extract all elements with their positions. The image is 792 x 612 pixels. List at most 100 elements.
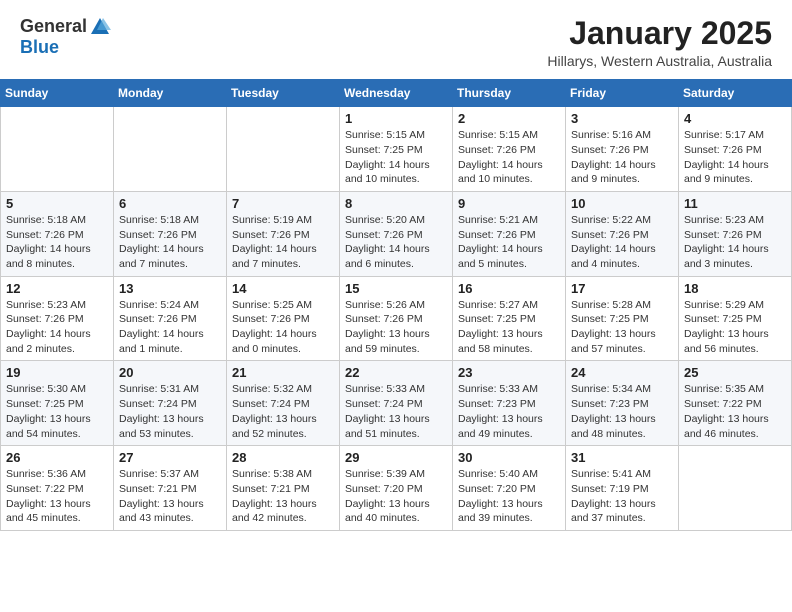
calendar-cell: 25 Sunrise: 5:35 AM Sunset: 7:22 PM Dayli… [679, 361, 792, 446]
calendar-cell: 16Sunrise: 5:27 AM Sunset: 7:25 PM Dayli… [453, 276, 566, 361]
calendar-cell: 30 Sunrise: 5:40 AM Sunset: 7:20 PM Dayli… [453, 446, 566, 531]
day-info: Sunrise: 5:38 AM Sunset: 7:21 PM Dayligh… [232, 467, 334, 526]
day-info: Sunrise: 5:30 AM Sunset: 7:25 PM Dayligh… [6, 382, 108, 441]
day-number: 13 [119, 281, 221, 296]
day-number: 2 [458, 111, 560, 126]
day-number: 16 [458, 281, 560, 296]
days-of-week-row: SundayMondayTuesdayWednesdayThursdayFrid… [1, 80, 792, 107]
calendar-cell: 3 Sunrise: 5:16 AM Sunset: 7:26 PM Daylig… [566, 107, 679, 192]
day-number: 7 [232, 196, 334, 211]
day-number: 25 [684, 365, 786, 380]
day-info: Sunrise: 5:36 AM Sunset: 7:22 PM Dayligh… [6, 467, 108, 526]
day-info: Sunrise: 5:39 AM Sunset: 7:20 PM Dayligh… [345, 467, 447, 526]
day-number: 4 [684, 111, 786, 126]
day-number: 6 [119, 196, 221, 211]
day-number: 12 [6, 281, 108, 296]
day-info: Sunrise: 5:33 AM Sunset: 7:23 PM Dayligh… [458, 382, 560, 441]
day-of-week-tuesday: Tuesday [227, 80, 340, 107]
day-info: Sunrise: 5:34 AM Sunset: 7:23 PM Dayligh… [571, 382, 673, 441]
day-info: Sunrise: 5:41 AM Sunset: 7:19 PM Dayligh… [571, 467, 673, 526]
calendar-cell: 2Sunrise: 5:15 AM Sunset: 7:26 PM Daylig… [453, 107, 566, 192]
day-info: Sunrise: 5:21 AM Sunset: 7:26 PM Dayligh… [458, 213, 560, 272]
calendar-cell: 6Sunrise: 5:18 AM Sunset: 7:26 PM Daylig… [114, 191, 227, 276]
day-number: 8 [345, 196, 447, 211]
calendar-cell [679, 446, 792, 531]
day-of-week-friday: Friday [566, 80, 679, 107]
calendar-cell: 31 Sunrise: 5:41 AM Sunset: 7:19 PM Dayli… [566, 446, 679, 531]
day-info: Sunrise: 5:22 AM Sunset: 7:26 PM Dayligh… [571, 213, 673, 272]
day-number: 23 [458, 365, 560, 380]
day-info: Sunrise: 5:26 AM Sunset: 7:26 PM Dayligh… [345, 298, 447, 357]
calendar-cell: 20 Sunrise: 5:31 AM Sunset: 7:24 PM Dayli… [114, 361, 227, 446]
day-info: Sunrise: 5:19 AM Sunset: 7:26 PM Dayligh… [232, 213, 334, 272]
calendar-table: SundayMondayTuesdayWednesdayThursdayFrid… [0, 79, 792, 531]
calendar-cell: 5 Sunrise: 5:18 AM Sunset: 7:26 PM Daylig… [1, 191, 114, 276]
calendar-week-3: 12 Sunrise: 5:23 AM Sunset: 7:26 PM Dayli… [1, 276, 792, 361]
day-info: Sunrise: 5:16 AM Sunset: 7:26 PM Dayligh… [571, 128, 673, 187]
calendar-cell: 4Sunrise: 5:17 AM Sunset: 7:26 PM Daylig… [679, 107, 792, 192]
day-number: 29 [345, 450, 447, 465]
day-number: 31 [571, 450, 673, 465]
day-number: 18 [684, 281, 786, 296]
day-of-week-thursday: Thursday [453, 80, 566, 107]
calendar-cell [114, 107, 227, 192]
calendar-cell: 28 Sunrise: 5:38 AM Sunset: 7:21 PM Dayli… [227, 446, 340, 531]
calendar-cell: 19Sunrise: 5:30 AM Sunset: 7:25 PM Dayli… [1, 361, 114, 446]
calendar-cell: 29 Sunrise: 5:39 AM Sunset: 7:20 PM Dayli… [340, 446, 453, 531]
calendar-week-4: 19Sunrise: 5:30 AM Sunset: 7:25 PM Dayli… [1, 361, 792, 446]
day-number: 22 [345, 365, 447, 380]
logo-icon [89, 16, 111, 38]
calendar-cell: 7 Sunrise: 5:19 AM Sunset: 7:26 PM Daylig… [227, 191, 340, 276]
day-info: Sunrise: 5:28 AM Sunset: 7:25 PM Dayligh… [571, 298, 673, 357]
calendar-cell: 22 Sunrise: 5:33 AM Sunset: 7:24 PM Dayli… [340, 361, 453, 446]
calendar-header: SundayMondayTuesdayWednesdayThursdayFrid… [1, 80, 792, 107]
day-number: 5 [6, 196, 108, 211]
calendar-cell [227, 107, 340, 192]
calendar-cell: 17Sunrise: 5:28 AM Sunset: 7:25 PM Dayli… [566, 276, 679, 361]
day-info: Sunrise: 5:20 AM Sunset: 7:26 PM Dayligh… [345, 213, 447, 272]
day-number: 26 [6, 450, 108, 465]
day-number: 9 [458, 196, 560, 211]
calendar-cell [1, 107, 114, 192]
day-of-week-saturday: Saturday [679, 80, 792, 107]
logo-general-text: General [20, 17, 87, 37]
calendar-cell: 11Sunrise: 5:23 AM Sunset: 7:26 PM Dayli… [679, 191, 792, 276]
calendar-cell: 26 Sunrise: 5:36 AM Sunset: 7:22 PM Dayli… [1, 446, 114, 531]
day-number: 27 [119, 450, 221, 465]
day-number: 10 [571, 196, 673, 211]
day-info: Sunrise: 5:23 AM Sunset: 7:26 PM Dayligh… [6, 298, 108, 357]
day-info: Sunrise: 5:29 AM Sunset: 7:25 PM Dayligh… [684, 298, 786, 357]
day-info: Sunrise: 5:24 AM Sunset: 7:26 PM Dayligh… [119, 298, 221, 357]
day-number: 20 [119, 365, 221, 380]
day-of-week-wednesday: Wednesday [340, 80, 453, 107]
calendar-week-2: 5 Sunrise: 5:18 AM Sunset: 7:26 PM Daylig… [1, 191, 792, 276]
day-number: 30 [458, 450, 560, 465]
day-number: 28 [232, 450, 334, 465]
day-of-week-monday: Monday [114, 80, 227, 107]
day-info: Sunrise: 5:37 AM Sunset: 7:21 PM Dayligh… [119, 467, 221, 526]
day-info: Sunrise: 5:33 AM Sunset: 7:24 PM Dayligh… [345, 382, 447, 441]
calendar-cell: 27 Sunrise: 5:37 AM Sunset: 7:21 PM Dayli… [114, 446, 227, 531]
day-info: Sunrise: 5:25 AM Sunset: 7:26 PM Dayligh… [232, 298, 334, 357]
day-info: Sunrise: 5:32 AM Sunset: 7:24 PM Dayligh… [232, 382, 334, 441]
day-info: Sunrise: 5:31 AM Sunset: 7:24 PM Dayligh… [119, 382, 221, 441]
calendar-cell: 24 Sunrise: 5:34 AM Sunset: 7:23 PM Dayli… [566, 361, 679, 446]
day-info: Sunrise: 5:15 AM Sunset: 7:25 PM Dayligh… [345, 128, 447, 187]
day-info: Sunrise: 5:35 AM Sunset: 7:22 PM Dayligh… [684, 382, 786, 441]
day-info: Sunrise: 5:23 AM Sunset: 7:26 PM Dayligh… [684, 213, 786, 272]
day-number: 3 [571, 111, 673, 126]
calendar-cell: 15 Sunrise: 5:26 AM Sunset: 7:26 PM Dayli… [340, 276, 453, 361]
logo: General Blue [20, 16, 111, 58]
calendar-cell: 14Sunrise: 5:25 AM Sunset: 7:26 PM Dayli… [227, 276, 340, 361]
calendar-body: 1Sunrise: 5:15 AM Sunset: 7:25 PM Daylig… [1, 107, 792, 531]
calendar-cell: 18 Sunrise: 5:29 AM Sunset: 7:25 PM Dayli… [679, 276, 792, 361]
day-info: Sunrise: 5:40 AM Sunset: 7:20 PM Dayligh… [458, 467, 560, 526]
page-header: General Blue January 2025 Hillarys, West… [0, 0, 792, 75]
calendar-cell: 21Sunrise: 5:32 AM Sunset: 7:24 PM Dayli… [227, 361, 340, 446]
day-info: Sunrise: 5:18 AM Sunset: 7:26 PM Dayligh… [6, 213, 108, 272]
calendar-cell: 10 Sunrise: 5:22 AM Sunset: 7:26 PM Dayli… [566, 191, 679, 276]
day-number: 15 [345, 281, 447, 296]
day-number: 24 [571, 365, 673, 380]
calendar-cell: 23 Sunrise: 5:33 AM Sunset: 7:23 PM Dayli… [453, 361, 566, 446]
calendar-week-1: 1Sunrise: 5:15 AM Sunset: 7:25 PM Daylig… [1, 107, 792, 192]
